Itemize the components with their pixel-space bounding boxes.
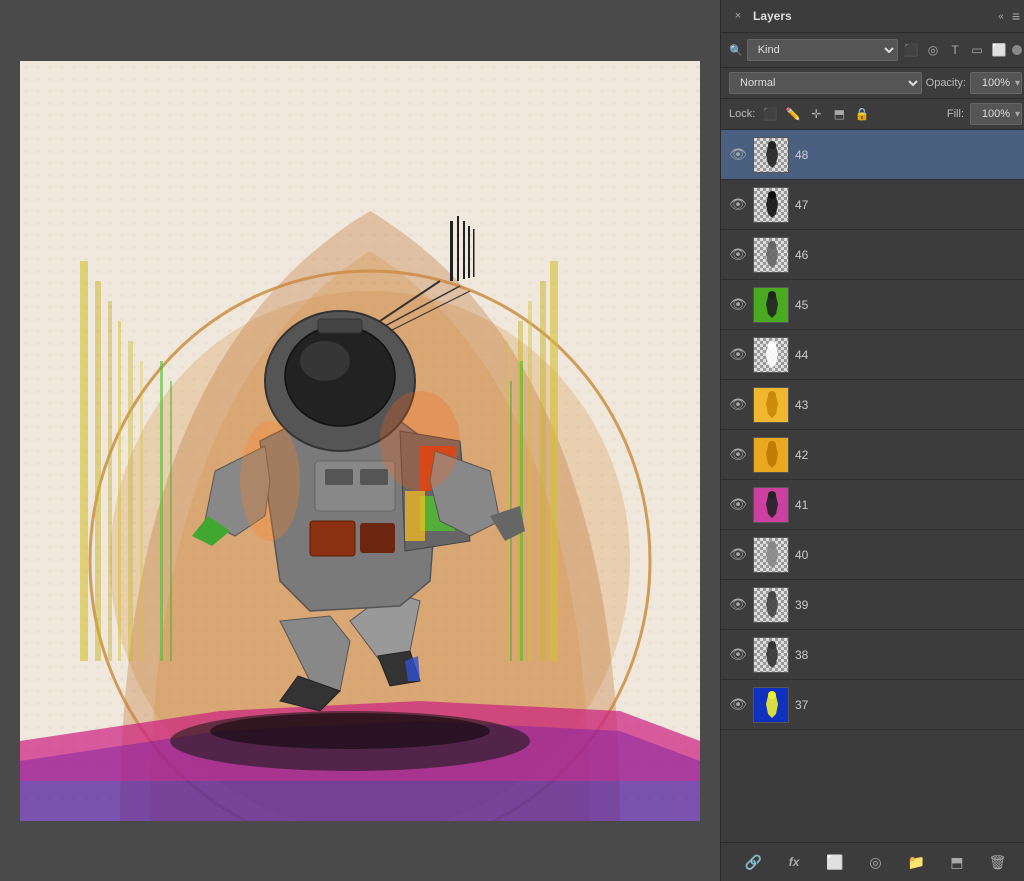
layer-visibility-toggle[interactable]: 👁 <box>729 296 747 314</box>
fill-chevron: ▾ <box>1015 109 1020 120</box>
layer-item[interactable]: 👁 47 <box>721 180 1024 230</box>
adjustment-layer-button[interactable]: ◎ <box>864 851 886 873</box>
layer-thumbnail <box>753 487 789 523</box>
add-mask-button[interactable]: ⬜ <box>824 851 846 873</box>
filter-toggle-dot[interactable] <box>1012 45 1022 55</box>
link-layers-button[interactable]: 🔗 <box>742 851 764 873</box>
layer-thumbnail <box>753 587 789 623</box>
fx-button[interactable]: fx <box>783 851 805 873</box>
layer-visibility-toggle[interactable]: 👁 <box>729 146 747 164</box>
new-group-button[interactable]: 📁 <box>905 851 927 873</box>
opacity-label: Opacity: <box>926 77 966 89</box>
lock-move-icon[interactable]: ✛ <box>807 105 825 123</box>
kind-filter-select[interactable]: Kind <box>747 39 898 61</box>
blend-row: Normal Opacity: ▾ <box>721 68 1024 99</box>
layer-thumbnail <box>753 237 789 273</box>
layer-item[interactable]: 👁 44 <box>721 330 1024 380</box>
layer-thumbnail <box>753 637 789 673</box>
layer-visibility-toggle[interactable]: 👁 <box>729 246 747 264</box>
adjustment-filter-icon[interactable]: ◎ <box>924 41 942 59</box>
layer-visibility-toggle[interactable]: 👁 <box>729 446 747 464</box>
layer-thumbnail <box>753 187 789 223</box>
canvas-area <box>0 0 720 881</box>
blend-mode-select[interactable]: Normal <box>729 72 922 94</box>
filter-row: 🔍 Kind ⬛ ◎ T ▭ ⬜ <box>721 33 1024 68</box>
layer-thumbnail <box>753 437 789 473</box>
close-button[interactable]: × <box>731 9 745 23</box>
layer-item[interactable]: 👁 45 <box>721 280 1024 330</box>
smart-filter-icon[interactable]: ⬜ <box>990 41 1008 59</box>
layer-name: 41 <box>795 498 1022 512</box>
artwork-canvas <box>20 61 700 821</box>
layer-name: 44 <box>795 348 1022 362</box>
filter-icons: ⬛ ◎ T ▭ ⬜ <box>902 41 1022 59</box>
layer-name: 47 <box>795 198 1022 212</box>
layer-visibility-toggle[interactable]: 👁 <box>729 546 747 564</box>
lock-label: Lock: <box>729 108 755 120</box>
panel-title-left: × Layers <box>731 9 792 23</box>
layer-thumbnail <box>753 537 789 573</box>
layer-visibility-toggle[interactable]: 👁 <box>729 396 747 414</box>
panel-title: Layers <box>753 9 792 23</box>
layer-item[interactable]: 👁 42 <box>721 430 1024 480</box>
layer-item[interactable]: 👁 41 <box>721 480 1024 530</box>
opacity-chevron: ▾ <box>1015 78 1020 89</box>
layer-visibility-toggle[interactable]: 👁 <box>729 596 747 614</box>
layer-visibility-toggle[interactable]: 👁 <box>729 346 747 364</box>
bottom-toolbar: 🔗 fx ⬜ ◎ 📁 ⬒ 🗑 <box>721 842 1024 881</box>
layer-name: 46 <box>795 248 1022 262</box>
layer-item[interactable]: 👁 39 <box>721 580 1024 630</box>
layer-visibility-toggle[interactable]: 👁 <box>729 496 747 514</box>
layer-visibility-toggle[interactable]: 👁 <box>729 196 747 214</box>
type-filter-icon[interactable]: T <box>946 41 964 59</box>
layer-name: 38 <box>795 648 1022 662</box>
layer-visibility-toggle[interactable]: 👁 <box>729 646 747 664</box>
panel-menu-button[interactable]: ≡ <box>1012 8 1020 24</box>
layer-item[interactable]: 👁 43 <box>721 380 1024 430</box>
layer-name: 37 <box>795 698 1022 712</box>
layer-name: 48 <box>795 148 1022 162</box>
layer-thumbnail <box>753 337 789 373</box>
layers-list[interactable]: 👁 48 👁 47 👁 46 👁 45 👁 44 👁 43 👁 42 👁 41 👁 40 👁 39 👁 38 👁 37 <box>721 130 1024 842</box>
layer-item[interactable]: 👁 48 <box>721 130 1024 180</box>
layer-item[interactable]: 👁 38 <box>721 630 1024 680</box>
lock-all-icon[interactable]: 🔒 <box>853 105 871 123</box>
delete-layer-button[interactable]: 🗑 <box>987 851 1009 873</box>
layer-item[interactable]: 👁 40 <box>721 530 1024 580</box>
layer-name: 45 <box>795 298 1022 312</box>
new-layer-button[interactable]: ⬒ <box>946 851 968 873</box>
lock-paint-icon[interactable]: ✏️ <box>784 105 802 123</box>
lock-pixels-icon[interactable]: ⬛ <box>761 105 779 123</box>
layer-name: 39 <box>795 598 1022 612</box>
collapse-button[interactable]: « <box>998 11 1004 22</box>
layer-visibility-toggle[interactable]: 👁 <box>729 696 747 714</box>
fill-label: Fill: <box>947 108 964 120</box>
shape-filter-icon[interactable]: ▭ <box>968 41 986 59</box>
layer-thumbnail <box>753 287 789 323</box>
layers-panel: × Layers « ≡ 🔍 Kind ⬛ ◎ T ▭ ⬜ Normal Opa… <box>720 0 1024 881</box>
pixel-filter-icon[interactable]: ⬛ <box>902 41 920 59</box>
search-icon: 🔍 <box>729 44 743 57</box>
layer-name: 40 <box>795 548 1022 562</box>
lock-icons: ⬛ ✏️ ✛ ⬒ 🔒 <box>761 105 941 123</box>
layer-item[interactable]: 👁 37 <box>721 680 1024 730</box>
lock-row: Lock: ⬛ ✏️ ✛ ⬒ 🔒 Fill: ▾ <box>721 99 1024 130</box>
layer-name: 42 <box>795 448 1022 462</box>
panel-titlebar: × Layers « ≡ <box>721 0 1024 33</box>
layer-thumbnail <box>753 387 789 423</box>
lock-artboard-icon[interactable]: ⬒ <box>830 105 848 123</box>
layer-item[interactable]: 👁 46 <box>721 230 1024 280</box>
layer-thumbnail <box>753 137 789 173</box>
layer-name: 43 <box>795 398 1022 412</box>
layer-thumbnail <box>753 687 789 723</box>
